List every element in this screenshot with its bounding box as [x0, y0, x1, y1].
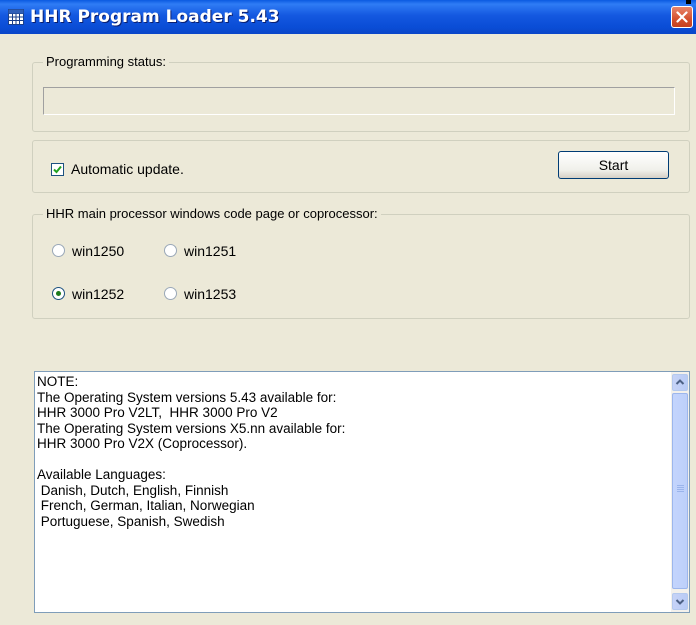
code-page-group: HHR main processor windows code page or …: [32, 206, 690, 319]
window-title: HHR Program Loader 5.43: [30, 7, 280, 27]
radio-win1252[interactable]: [52, 287, 65, 300]
scroll-thumb[interactable]: [672, 393, 688, 589]
radio-win1250[interactable]: [52, 244, 65, 257]
programming-status-field: [43, 87, 675, 115]
close-icon: [676, 11, 688, 23]
corner-artifact: [686, 0, 691, 4]
notes-text: NOTE: The Operating System versions 5.43…: [37, 374, 346, 529]
code-page-legend: HHR main processor windows code page or …: [43, 206, 381, 221]
title-bar[interactable]: HHR Program Loader 5.43: [0, 0, 696, 34]
scroll-grip: [677, 489, 684, 490]
radio-label-win1250[interactable]: win1250: [72, 243, 124, 259]
radio-win1251[interactable]: [164, 244, 177, 257]
start-button[interactable]: Start: [558, 151, 669, 179]
scroll-down-button[interactable]: [672, 593, 688, 610]
scroll-grip: [677, 487, 684, 488]
radio-label-win1252[interactable]: win1252: [72, 286, 124, 302]
programming-status-group: Programming status:: [32, 54, 690, 132]
automatic-update-checkbox[interactable]: [51, 163, 64, 176]
grid-app-icon: [8, 9, 24, 25]
update-group: Automatic update. Start: [32, 140, 690, 193]
automatic-update-label[interactable]: Automatic update.: [71, 161, 184, 177]
program-loader-window: HHR Program Loader 5.43 Programming stat…: [0, 0, 696, 625]
radio-win1253[interactable]: [164, 287, 177, 300]
radio-label-win1253[interactable]: win1253: [184, 286, 236, 302]
chevron-down-icon: [675, 599, 685, 605]
radio-label-win1251[interactable]: win1251: [184, 243, 236, 259]
notes-textarea[interactable]: NOTE: The Operating System versions 5.43…: [34, 371, 690, 613]
scroll-up-button[interactable]: [672, 374, 688, 391]
scroll-grip: [677, 491, 684, 492]
checkmark-icon: [53, 165, 62, 174]
vertical-scrollbar[interactable]: [671, 372, 689, 612]
scroll-grip: [677, 485, 684, 486]
close-button[interactable]: [671, 6, 693, 28]
chevron-up-icon: [675, 379, 685, 385]
programming-status-legend: Programming status:: [43, 54, 169, 69]
radio-selected-dot: [56, 291, 61, 296]
